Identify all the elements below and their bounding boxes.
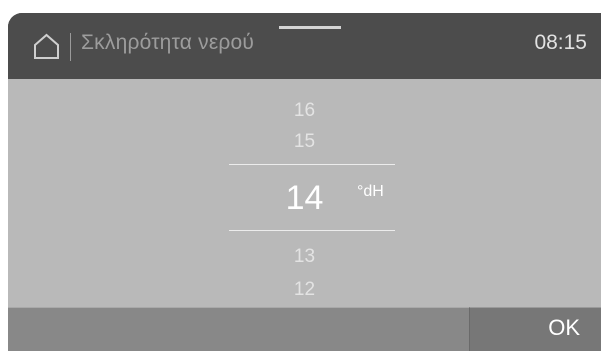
- selected-value: 14: [285, 179, 324, 217]
- clock-time: 08:15: [534, 31, 587, 54]
- picker-option-15[interactable]: 15: [8, 131, 601, 153]
- home-icon[interactable]: [33, 33, 60, 60]
- header-bar: Σκληρότητα νερού 08:15: [8, 13, 601, 79]
- page-title: Σκληρότητα νερού: [81, 31, 255, 54]
- footer-bar: OK: [8, 307, 601, 351]
- picker-option-12[interactable]: 12: [8, 279, 601, 301]
- top-indicator: [279, 26, 341, 29]
- unit-label: °dH: [357, 183, 384, 200]
- screen-panel: Σκληρότητα νερού 08:15 16 15 14 °dH 13 1…: [8, 13, 601, 351]
- appliance-display: Σκληρότητα νερού 08:15 16 15 14 °dH 13 1…: [0, 0, 601, 351]
- selection-line-bottom: [229, 230, 395, 231]
- ok-button[interactable]: OK: [469, 307, 601, 351]
- value-picker[interactable]: 16 15 14 °dH 13 12: [8, 79, 601, 307]
- header-divider: [70, 33, 71, 61]
- picker-option-13[interactable]: 13: [8, 246, 601, 268]
- selection-line-top: [229, 164, 395, 165]
- footer-left-area: [8, 307, 469, 351]
- picker-option-16[interactable]: 16: [8, 100, 601, 122]
